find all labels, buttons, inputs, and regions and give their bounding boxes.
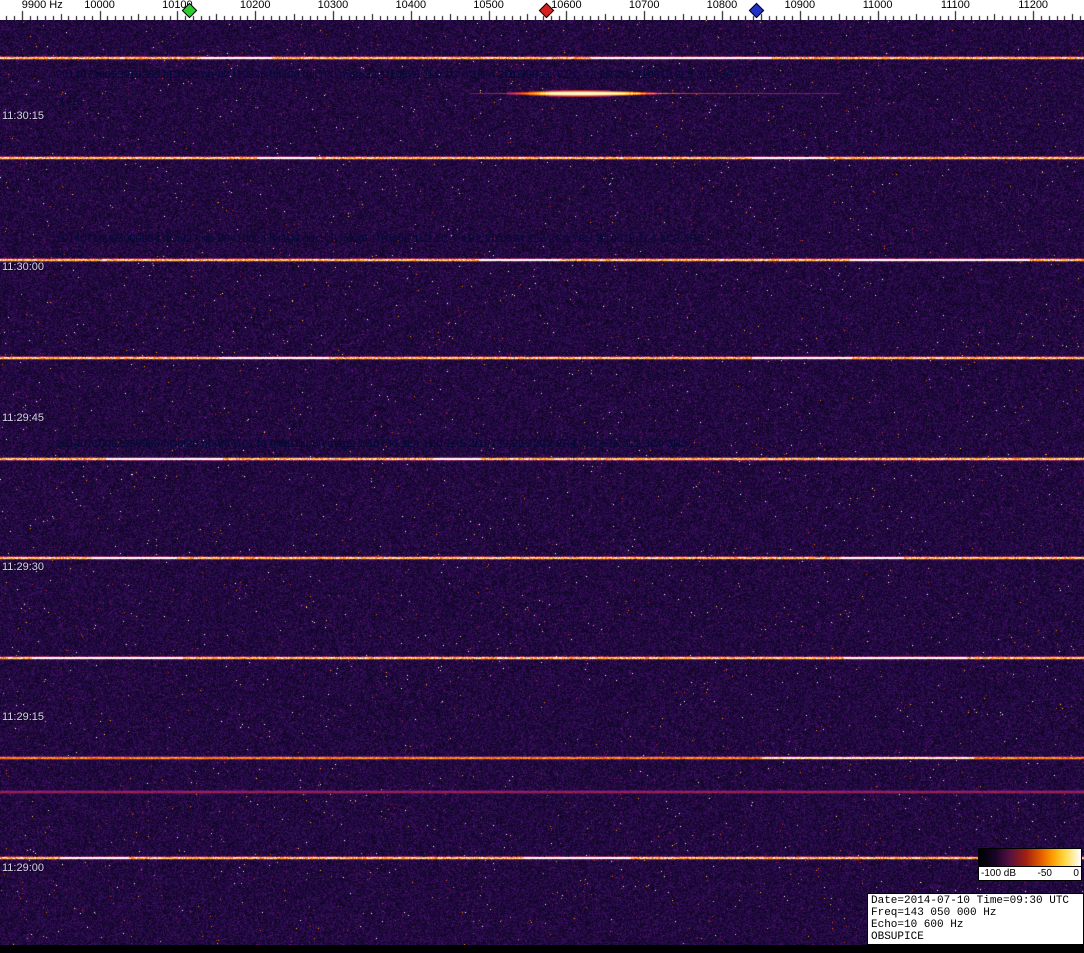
colorbar-legend: -100 dB -50 0 — [978, 848, 1082, 881]
freq-tick-label-10400: 10400 — [395, 0, 427, 11]
freq-tick-label-10600: 10600 — [551, 0, 582, 11]
info-freq-line: Freq=143 050 000 Hz — [871, 907, 997, 919]
freq-tick-label-10900: 10900 — [784, 0, 816, 11]
colorbar-gradient — [978, 848, 1082, 867]
freq-tick-label-10300: 10300 — [317, 0, 349, 11]
freq-tick-label-10500: 10500 — [473, 0, 504, 11]
info-station-line: OBSUPICE — [871, 931, 924, 943]
freq-tick-label-9900: 9900 Hz — [21, 0, 63, 11]
freq-tick-label-10700: 10700 — [628, 0, 660, 11]
bottom-black-bar — [0, 945, 1084, 953]
colorbar-max-label: 0 — [1073, 868, 1079, 879]
colorbar-labels: -100 dB -50 0 — [978, 867, 1082, 881]
info-date-line: Date=2014-07-10 Time=09:30 UTC — [871, 895, 1070, 907]
freq-tick-label-10800: 10800 — [706, 0, 738, 11]
freq-tick-label-10000: 10000 — [84, 0, 115, 11]
meteor-spectrogram-app: 9900 Hz 10000 10100 10200 10300 10400 10500 106… — [0, 0, 1084, 953]
freq-tick-label-11000: 11000 — [862, 0, 893, 11]
colorbar-min-label: -100 dB — [981, 868, 1017, 879]
freq-tick-label-11200: 11200 — [1018, 0, 1049, 11]
freq-tick-label-10200: 10200 — [239, 0, 271, 11]
frequency-ruler[interactable]: 9900 Hz 10000 10100 10200 10300 10400 10500 106… — [0, 0, 1084, 20]
colorbar-mid-label: -50 — [1037, 868, 1052, 879]
info-echo-line: Echo=10 600 Hz — [871, 919, 964, 931]
spectrogram-waterfall[interactable] — [0, 20, 1084, 945]
station-info-box: Date=2014-07-10 Time=09:30 UTC Freq=143 … — [867, 893, 1084, 945]
freq-tick-label-11100: 11100 — [940, 0, 970, 11]
